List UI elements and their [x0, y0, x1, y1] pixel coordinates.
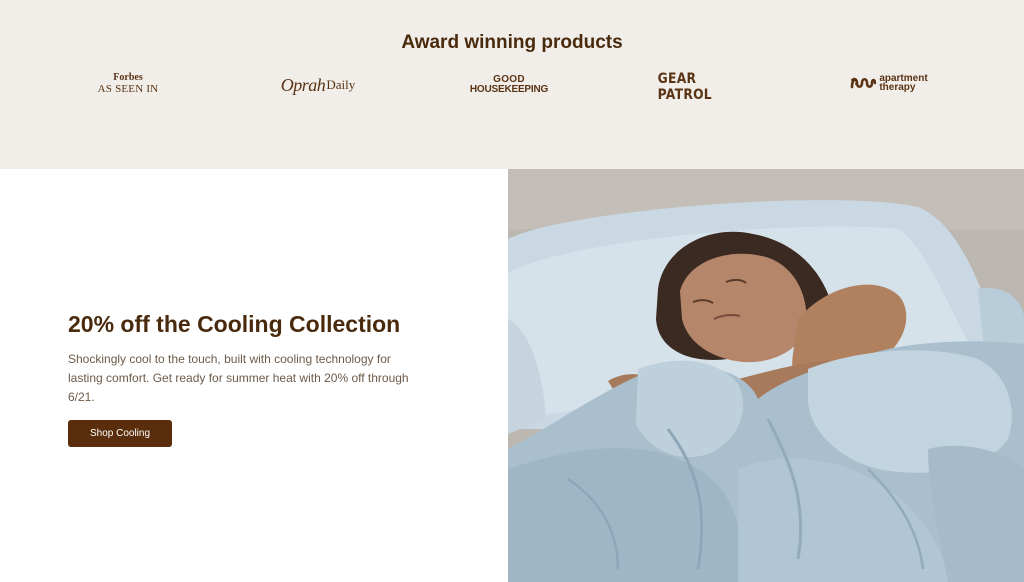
apartment-therapy-logo-line2: therapy — [879, 82, 916, 93]
award-section-title: Award winning products — [401, 32, 623, 53]
cooling-sheets-lifestyle-photo — [508, 169, 1024, 582]
good-housekeeping-logo-line2: HOUSEKEEPING — [469, 84, 549, 95]
apartment-therapy-logo: apartment therapy — [848, 72, 930, 94]
shop-cooling-button[interactable]: Shop Cooling — [68, 420, 172, 447]
forbes-logo-name: Forbes — [113, 72, 143, 83]
good-housekeeping-logo: GOOD HOUSEKEEPING — [466, 74, 552, 96]
forbes-logo: Forbes AS SEEN IN — [88, 70, 168, 98]
oprah-daily-logo-script: Oprah — [280, 74, 326, 95]
apartment-therapy-mark-icon — [851, 77, 877, 89]
award-section: Award winning products Forbes AS SEEN IN… — [0, 0, 1024, 169]
oprah-daily-logo: Oprah Daily — [276, 70, 360, 100]
oprah-daily-logo-daily: Daily — [326, 77, 356, 92]
woman-sleeping-illustration — [508, 169, 1024, 582]
promo-headline: 20% off the Cooling Collection — [68, 311, 401, 337]
cooling-promo-panel: 20% off the Cooling Collection Shockingl… — [0, 169, 508, 582]
forbes-logo-tagline: AS SEEN IN — [97, 83, 159, 95]
gear-patrol-logo: GEAR PATROL — [658, 71, 741, 103]
promo-description: Shockingly cool to the touch, built with… — [68, 352, 409, 404]
gear-patrol-logo-text: GEAR PATROL — [657, 71, 712, 103]
